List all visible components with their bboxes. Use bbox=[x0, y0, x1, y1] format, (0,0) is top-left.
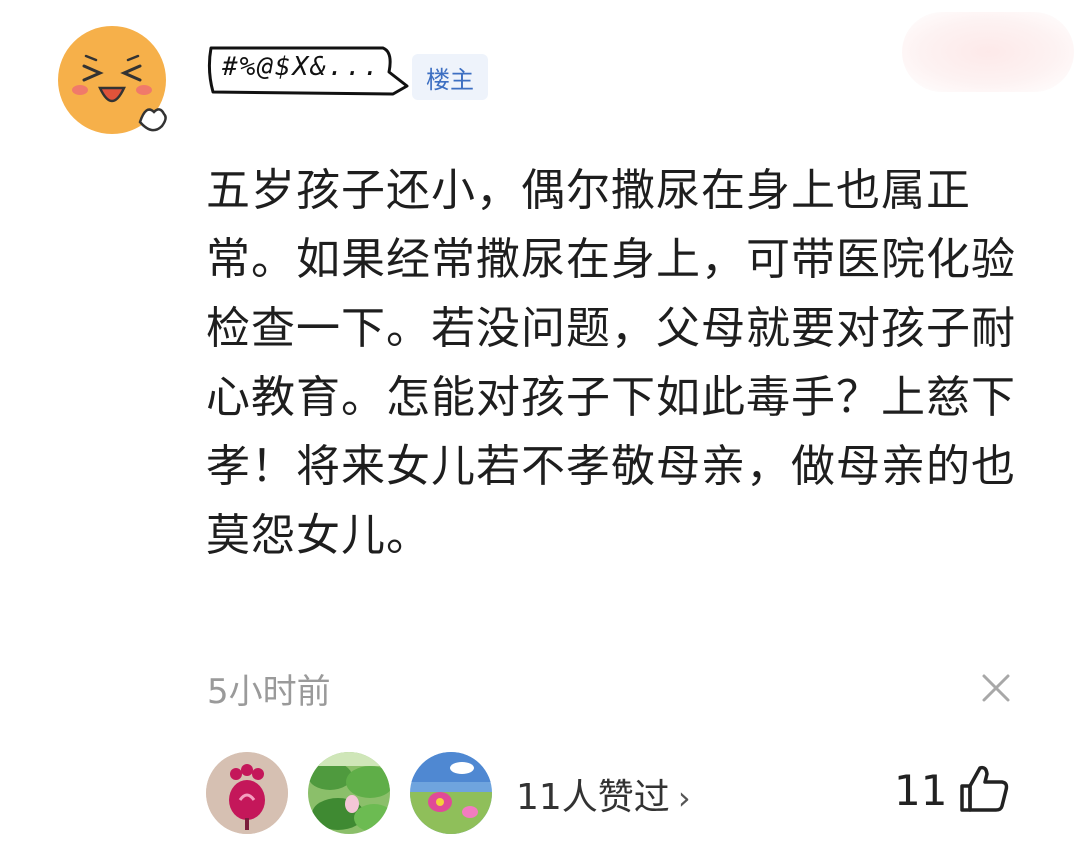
comment-timestamp: 5小时前 bbox=[207, 672, 331, 712]
liker-avatar[interactable] bbox=[410, 752, 492, 834]
blurred-decoration bbox=[902, 12, 1074, 92]
op-badge: 楼主 bbox=[412, 54, 488, 100]
author-avatar[interactable] bbox=[56, 26, 170, 136]
comment-body: 五岁孩子还小，偶尔撒尿在身上也属正常。如果经常撒尿在身上，可带医院化验检查一下。… bbox=[206, 165, 1016, 561]
author-username[interactable]: #%@$X&... bbox=[222, 52, 381, 82]
thumbs-up-icon[interactable] bbox=[958, 762, 1012, 816]
close-icon[interactable] bbox=[976, 668, 1016, 708]
like-count: 11 bbox=[894, 766, 948, 815]
liker-avatar[interactable] bbox=[308, 752, 390, 834]
liker-avatar[interactable] bbox=[206, 752, 288, 834]
chevron-right-icon: › bbox=[677, 779, 691, 817]
likers-summary: 11人赞过 bbox=[516, 777, 670, 818]
likers-link[interactable]: 11人赞过 › bbox=[516, 768, 691, 820]
